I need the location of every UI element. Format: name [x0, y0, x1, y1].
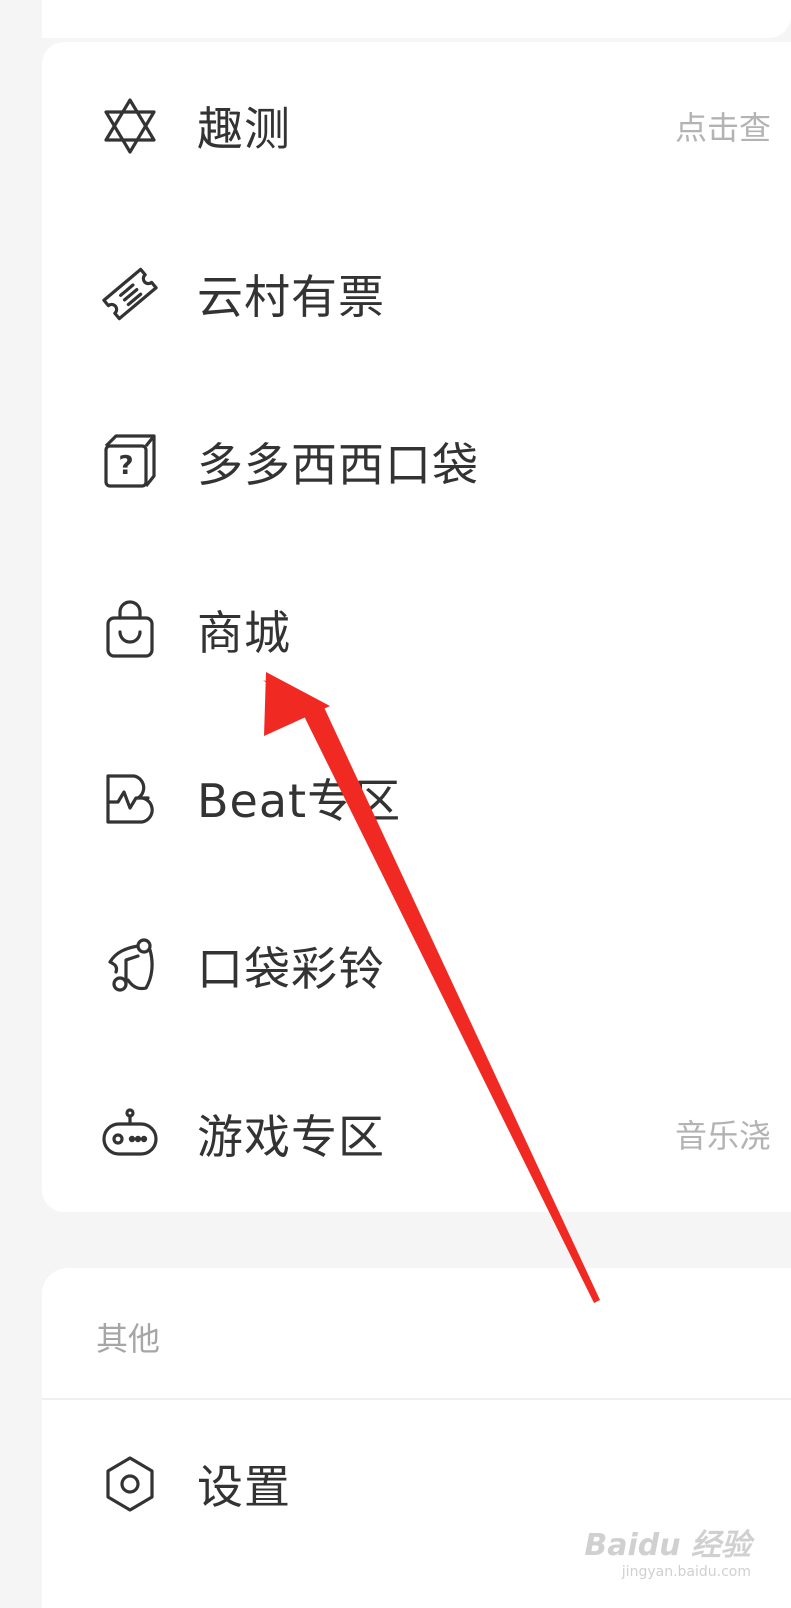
menu-item-pocket[interactable]: ? 多多西西口袋 [42, 378, 791, 546]
menu-item-subtext: 音乐浇 [675, 1117, 772, 1155]
menu-item-label: 设置 [197, 1460, 291, 1514]
watermark-brand: Baidu 经验 [584, 1528, 751, 1563]
menu-item-mall[interactable]: 商城 [42, 546, 791, 714]
hexagon-settings-icon [98, 1452, 162, 1516]
menu-item-tickets[interactable]: 云村有票 [42, 210, 791, 378]
menu-item-beat[interactable]: Beat专区 [42, 714, 791, 882]
menu-item-label: 口袋彩铃 [197, 942, 385, 996]
star-of-david-icon [98, 94, 162, 158]
ringtone-icon [98, 934, 162, 998]
section-title-other: 其他 [96, 1320, 161, 1358]
menu-item-quce[interactable]: 趣测 点击查 [42, 42, 791, 210]
menu-item-games[interactable]: 游戏专区 音乐浇 [42, 1050, 791, 1218]
ticket-icon [98, 262, 162, 326]
shopping-bag-icon [98, 598, 162, 662]
menu-item-label: 趣测 [197, 102, 291, 156]
mystery-box-icon: ? [98, 430, 162, 494]
watermark: Baidu 经验 jingyan.baidu.com [584, 1520, 751, 1580]
menu-item-label: 云村有票 [197, 270, 385, 324]
menu-item-label: 游戏专区 [197, 1110, 385, 1164]
menu-item-label: 商城 [197, 606, 291, 660]
watermark-url: jingyan.baidu.com [621, 1564, 751, 1580]
menu-item-ringtone[interactable]: 口袋彩铃 [42, 882, 791, 1050]
menu-item-label: 多多西西口袋 [197, 438, 479, 492]
svg-text:?: ? [118, 451, 133, 481]
menu-item-label: Beat专区 [197, 774, 402, 828]
menu-item-subtext: 点击查 [675, 109, 772, 147]
menu-card: 趣测 点击查 云村有票 ? 多多西西口袋 商城 Beat专区 口袋彩铃 游戏专区… [42, 42, 791, 1212]
previous-card [42, 0, 791, 38]
gamepad-icon [98, 1102, 162, 1166]
beat-pulse-icon [98, 766, 162, 830]
